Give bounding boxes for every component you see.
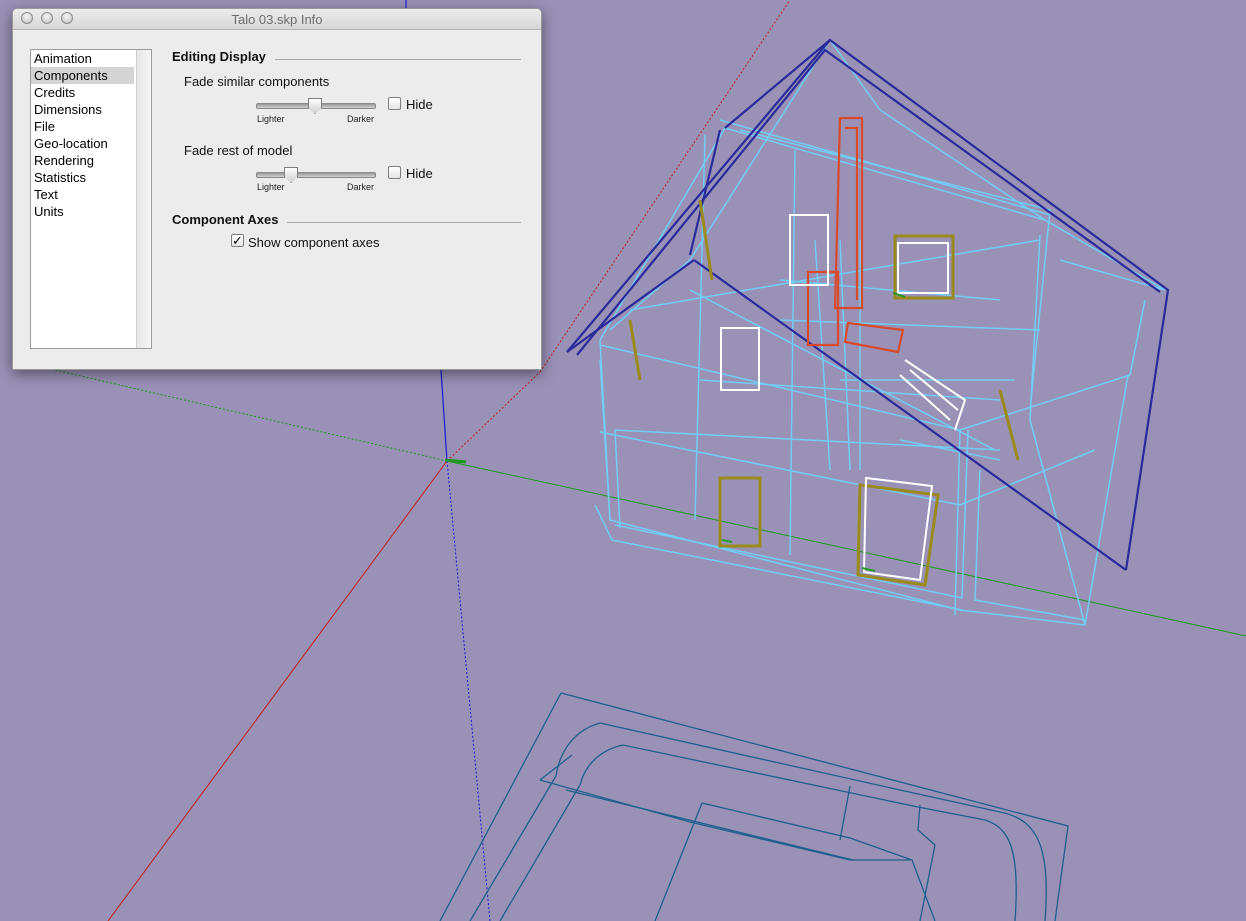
fade-similar-label: Fade similar components [184, 74, 330, 89]
sidebar-item-components[interactable]: Components [31, 67, 134, 84]
sidebar-item-text[interactable]: Text [31, 186, 134, 203]
fade-rest-slider-thumb[interactable] [284, 167, 299, 183]
sidebar-item-rendering[interactable]: Rendering [31, 152, 134, 169]
show-axes-label: Show component axes [248, 235, 380, 250]
editing-display-heading: Editing Display [172, 49, 266, 64]
sidebar-item-units[interactable]: Units [31, 203, 134, 220]
fade-rest-lighter-label: Lighter [257, 182, 285, 192]
component-axes-heading: Component Axes [172, 212, 279, 227]
list-scrollbar[interactable] [136, 50, 151, 348]
fade-rest-darker-label: Darker [347, 182, 375, 192]
window-title: Talo 03.skp Info [231, 12, 323, 27]
section-divider [275, 59, 521, 60]
sidebar-item-dimensions[interactable]: Dimensions [31, 101, 134, 118]
house-wireframe [566, 38, 1170, 626]
title-bar[interactable]: Talo 03.skp Info [13, 9, 541, 30]
section-divider [287, 222, 521, 223]
fade-rest-slider[interactable] [256, 172, 376, 178]
fade-similar-slider-thumb[interactable] [308, 98, 322, 114]
category-list[interactable]: Animation Components Credits Dimensions … [30, 49, 152, 349]
sidebar-item-credits[interactable]: Credits [31, 84, 134, 101]
fade-similar-darker-label: Darker [347, 114, 375, 124]
fade-rest-hide-label: Hide [406, 166, 433, 181]
fade-rest-label: Fade rest of model [184, 143, 293, 158]
sidebar-item-geo-location[interactable]: Geo-location [31, 135, 134, 152]
sidebar-item-statistics[interactable]: Statistics [31, 169, 134, 186]
show-axes-checkbox[interactable]: ✓ [231, 234, 244, 247]
fade-rest-hide-checkbox[interactable] [388, 166, 401, 179]
fade-similar-lighter-label: Lighter [257, 114, 285, 124]
terrain-outline [439, 692, 1069, 921]
fade-similar-hide-label: Hide [406, 97, 433, 112]
model-info-window: Talo 03.skp Info Animation Components Cr… [12, 8, 542, 370]
fade-similar-hide-checkbox[interactable] [388, 97, 401, 110]
sidebar-item-file[interactable]: File [31, 118, 134, 135]
sidebar-item-animation[interactable]: Animation [31, 50, 134, 67]
